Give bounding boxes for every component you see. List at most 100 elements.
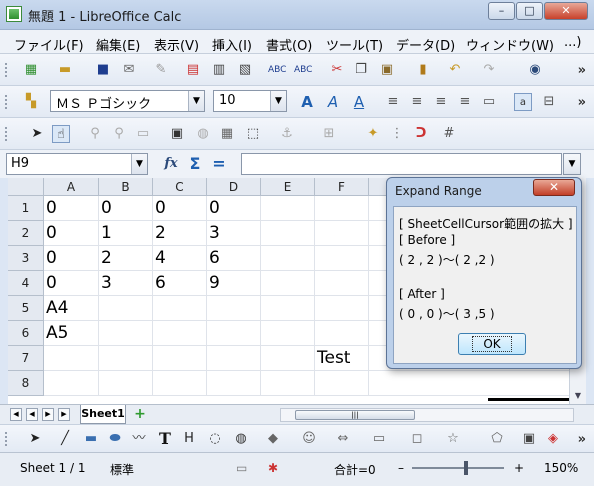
cell-e3[interactable] bbox=[261, 246, 315, 271]
copy-icon[interactable]: ❐ bbox=[352, 61, 370, 79]
column-header-c[interactable]: C bbox=[153, 178, 207, 196]
print-icon[interactable]: ▥ bbox=[210, 61, 228, 79]
row-header-1[interactable]: 1 bbox=[8, 196, 44, 221]
cell-d4[interactable]: 9 bbox=[207, 271, 261, 296]
function-wizard-icon[interactable]: fx bbox=[162, 155, 180, 173]
cell-f3[interactable] bbox=[315, 246, 369, 271]
toolbar-grip-icon[interactable] bbox=[4, 431, 8, 447]
fontwork-icon[interactable]: ▣ bbox=[520, 430, 538, 448]
first-sheet-icon[interactable]: ◀ bbox=[10, 408, 22, 421]
cell-c2[interactable]: 2 bbox=[153, 221, 207, 246]
vertical-callout-icon[interactable]: ◍ bbox=[232, 430, 250, 448]
wizards-icon[interactable]: ✦ bbox=[364, 125, 382, 143]
callout-icon[interactable]: ◌ bbox=[206, 430, 224, 448]
cell-a4[interactable]: 0 bbox=[44, 271, 99, 296]
edit-file-icon[interactable]: ✎ bbox=[152, 61, 170, 79]
symbol-shapes-icon[interactable]: ☺ bbox=[300, 430, 318, 448]
extrusion-icon[interactable]: ◈ bbox=[544, 430, 562, 448]
callouts-icon[interactable]: ◻ bbox=[408, 430, 426, 448]
basic-shapes-icon[interactable]: ◆ bbox=[264, 430, 282, 448]
cell-f1[interactable] bbox=[315, 196, 369, 221]
email-icon[interactable]: ✉ bbox=[120, 61, 138, 79]
row-header-6[interactable]: 6 bbox=[8, 321, 44, 346]
cell-e6[interactable] bbox=[261, 321, 315, 346]
column-header-d[interactable]: D bbox=[207, 178, 261, 196]
text-icon[interactable]: T bbox=[156, 430, 174, 448]
menu-tools[interactable]: ツール(T) bbox=[326, 35, 383, 54]
cell-b7[interactable] bbox=[99, 346, 153, 371]
row-header-3[interactable]: 3 bbox=[8, 246, 44, 271]
print-preview-icon[interactable]: ▧ bbox=[236, 61, 254, 79]
cell-c3[interactable]: 4 bbox=[153, 246, 207, 271]
select-arrow-icon[interactable]: ➤ bbox=[26, 430, 44, 448]
open-folder-icon[interactable]: ▬ bbox=[56, 61, 74, 79]
horizontal-scrollbar[interactable]: ||| bbox=[280, 408, 574, 422]
hyperlink-icon[interactable]: ◉ bbox=[526, 61, 544, 79]
bold-icon[interactable]: A bbox=[298, 93, 316, 111]
cell-a5[interactable]: A4 bbox=[44, 296, 99, 321]
helplines-icon[interactable]: # bbox=[440, 125, 458, 143]
zoom-slider[interactable] bbox=[412, 467, 504, 469]
menu-data[interactable]: データ(D) bbox=[396, 35, 455, 54]
clone-formatting-icon[interactable]: ▮ bbox=[414, 61, 432, 79]
cell-d2[interactable]: 3 bbox=[207, 221, 261, 246]
zoom-in-icon[interactable]: + bbox=[514, 461, 524, 475]
cell-c1[interactable]: 0 bbox=[153, 196, 207, 221]
line-icon[interactable]: ╱ bbox=[56, 430, 74, 448]
justify-icon[interactable]: ≡ bbox=[456, 93, 474, 111]
select-all-corner[interactable] bbox=[8, 178, 44, 196]
cell-a7[interactable] bbox=[44, 346, 99, 371]
cell-a3[interactable]: 0 bbox=[44, 246, 99, 271]
cell-a2[interactable]: 0 bbox=[44, 221, 99, 246]
row-header-5[interactable]: 5 bbox=[8, 296, 44, 321]
dialog-close-button[interactable]: ✕ bbox=[533, 179, 575, 196]
menu-insert[interactable]: 挿入(I) bbox=[212, 35, 252, 54]
align-center-icon[interactable]: ≡ bbox=[408, 93, 426, 111]
tab-order-icon[interactable]: ▦ bbox=[218, 125, 236, 143]
toolbar-overflow-icon[interactable]: » bbox=[578, 63, 586, 78]
column-header-a[interactable]: A bbox=[44, 178, 99, 196]
cell-e1[interactable] bbox=[261, 196, 315, 221]
cell-g8[interactable] bbox=[369, 371, 586, 396]
vertical-align-icon[interactable]: ⊟ bbox=[540, 93, 558, 111]
ellipse-icon[interactable]: ⬬ bbox=[106, 430, 124, 448]
design-mode-icon[interactable]: ☝ bbox=[52, 125, 70, 143]
formula-input[interactable] bbox=[241, 153, 562, 175]
align-right-icon[interactable]: ≡ bbox=[432, 93, 450, 111]
add-sheet-icon[interactable]: + bbox=[132, 407, 148, 422]
column-header-e[interactable]: E bbox=[261, 178, 315, 196]
align-left-icon[interactable]: ≡ bbox=[384, 93, 402, 111]
menu-format[interactable]: 書式(O) bbox=[266, 35, 312, 54]
cell-a8[interactable] bbox=[44, 371, 99, 396]
chevron-down-icon[interactable]: ▼ bbox=[131, 154, 147, 174]
form-properties-icon[interactable]: ⚲ bbox=[110, 125, 128, 143]
maximize-button[interactable]: □ bbox=[516, 2, 543, 20]
minimize-button[interactable]: – bbox=[488, 2, 515, 20]
next-sheet-icon[interactable]: ▶ bbox=[42, 408, 54, 421]
cut-icon[interactable]: ✂ bbox=[328, 61, 346, 79]
paste-icon[interactable]: ▣ bbox=[378, 61, 396, 79]
select-arrow-icon[interactable]: ➤ bbox=[28, 125, 46, 143]
toolbar-grip-icon[interactable] bbox=[4, 62, 8, 78]
zoom-slider-thumb[interactable] bbox=[464, 461, 468, 475]
cell-b2[interactable]: 1 bbox=[99, 221, 153, 246]
cell-d7[interactable] bbox=[207, 346, 261, 371]
freeform-line-icon[interactable]: 〰 bbox=[130, 430, 148, 448]
cell-b8[interactable] bbox=[99, 371, 153, 396]
toolbar-overflow-icon[interactable]: » bbox=[578, 95, 586, 110]
vertical-text-icon[interactable]: H bbox=[180, 430, 198, 448]
rectangle-icon[interactable]: ▬ bbox=[82, 430, 100, 448]
cell-b6[interactable] bbox=[99, 321, 153, 346]
control-properties-icon[interactable]: ⚲ bbox=[86, 125, 104, 143]
menu-edit[interactable]: 編集(E) bbox=[96, 35, 140, 54]
cell-f6[interactable] bbox=[315, 321, 369, 346]
autospellcheck-icon[interactable]: ABC bbox=[294, 61, 312, 79]
formula-equals-icon[interactable]: = bbox=[210, 155, 228, 173]
column-header-f[interactable]: F bbox=[315, 178, 369, 196]
menu-window[interactable]: ウィンドウ(W) bbox=[466, 35, 554, 54]
row-header-2[interactable]: 2 bbox=[8, 221, 44, 246]
scroll-down-icon[interactable]: ▼ bbox=[570, 388, 586, 404]
close-window-button[interactable]: ✕ bbox=[544, 2, 588, 20]
toolbar-grip-icon[interactable] bbox=[4, 126, 8, 142]
cell-f7[interactable]: Test bbox=[315, 346, 369, 371]
